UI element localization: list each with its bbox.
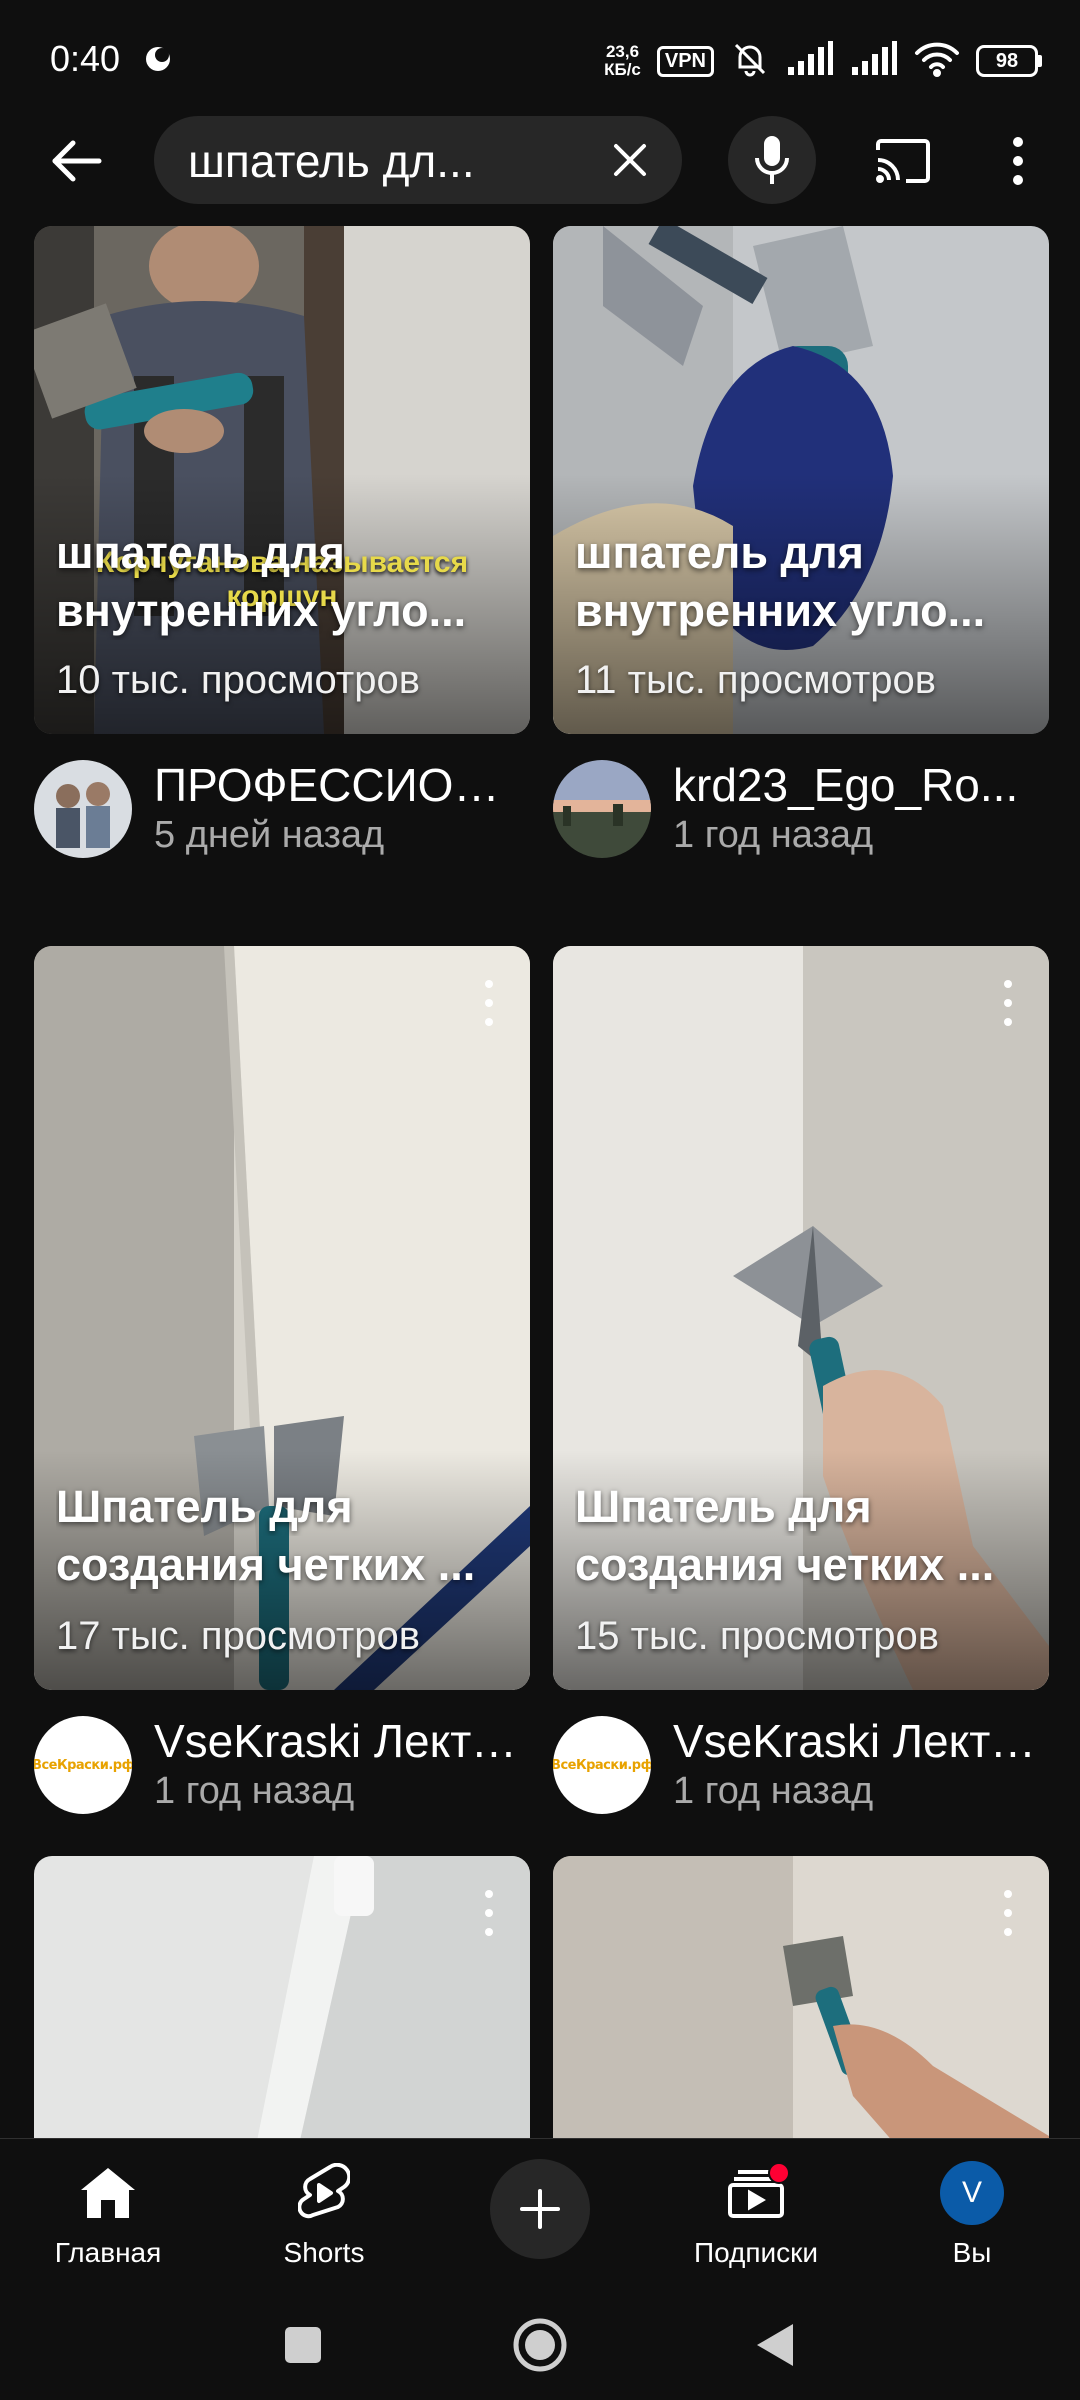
wifi-icon [914, 41, 960, 82]
channel-row[interactable]: ПРОФЕССИОНАЛЫ 5 дней назад [34, 754, 530, 864]
subscriptions-icon [724, 2161, 790, 2225]
video-card[interactable] [34, 1856, 530, 2138]
vpn-badge: VPN [656, 45, 714, 77]
video-title: Шпатель для создания четких ... [575, 1481, 995, 1590]
view-count: 17 тыс. просмотров [56, 1614, 420, 1658]
cast-icon [876, 139, 930, 183]
battery-icon: 98 [976, 45, 1042, 77]
video-title: шпатель для внутренних угло... [56, 527, 467, 636]
nav-home[interactable]: Главная [8, 2139, 208, 2289]
video-menu-button[interactable] [993, 1886, 1023, 1940]
back-system-button[interactable] [740, 2310, 810, 2380]
close-icon [614, 144, 646, 176]
channel-avatar[interactable]: ВсеКраски.рф [553, 1716, 651, 1814]
channel-row[interactable]: ВсеКраски.рф VseKraski Лекторий 1 год на… [34, 1710, 530, 1820]
video-menu-button[interactable] [993, 976, 1023, 1030]
channel-row[interactable]: krd23_Ego_Ro... 1 год назад [553, 754, 1049, 864]
channel-avatar[interactable] [553, 760, 651, 858]
upload-age: 1 год назад [673, 1770, 874, 1812]
search-query: шпатель дл... [188, 135, 475, 187]
channel-avatar[interactable]: ВсеКраски.рф [34, 1716, 132, 1814]
focus-mode-icon [143, 44, 173, 79]
search-results-feed: Корчуганова называется коршун шпатель дл… [0, 226, 1080, 2138]
channel-name: krd23_Ego_Ro... [673, 759, 1019, 811]
bottom-navigation: Главная Shorts Подписки V Вы [0, 2138, 1080, 2289]
shorts-icon [292, 2161, 356, 2225]
status-time: 0:40 [50, 38, 121, 79]
voice-search-button[interactable] [728, 116, 816, 204]
arrow-left-icon [52, 140, 102, 182]
video-menu-button[interactable] [474, 1886, 504, 1940]
cast-button[interactable] [868, 126, 938, 196]
upload-age: 1 год назад [154, 1770, 355, 1812]
square-icon [285, 2327, 321, 2363]
channel-avatar[interactable] [34, 760, 132, 858]
home-icon [76, 2161, 140, 2225]
recents-button[interactable] [268, 2310, 338, 2380]
upload-age: 5 дней назад [154, 814, 385, 856]
account-avatar: V [940, 2161, 1004, 2225]
video-title: шпатель для внутренних угло... [575, 527, 986, 636]
more-options-button[interactable] [990, 126, 1046, 196]
channel-name: ПРОФЕССИОНАЛЫ [154, 759, 524, 811]
view-count: 11 тыс. просмотров [575, 658, 937, 702]
back-button[interactable] [40, 124, 114, 198]
video-card[interactable]: шпатель для внутренних угло... 11 тыс. п… [553, 226, 1049, 734]
video-thumbnail [34, 1856, 530, 2138]
video-card[interactable]: Корчуганова называется коршун шпатель дл… [34, 226, 530, 734]
video-card[interactable]: Шпатель для создания четких ... 17 тыс. … [34, 946, 530, 1690]
video-card[interactable]: Шпатель для создания четких ... 15 тыс. … [553, 946, 1049, 1690]
video-menu-button[interactable] [474, 976, 504, 1030]
clear-search-button[interactable] [602, 132, 658, 188]
view-count: 10 тыс. просмотров [56, 658, 420, 702]
triangle-back-icon [757, 2324, 793, 2366]
search-input[interactable]: шпатель дл... [154, 116, 682, 204]
notification-dot [768, 2162, 790, 2184]
muted-bell-icon [730, 39, 770, 84]
channel-row[interactable]: ВсеКраски.рф VseKraski Лекторий 1 год на… [553, 1710, 1049, 1820]
channel-name: VseKraski Лекторий [673, 1715, 1043, 1767]
video-card[interactable] [553, 1856, 1049, 2138]
channel-name: VseKraski Лекторий [154, 1715, 524, 1767]
plus-icon [520, 2189, 560, 2229]
nav-you[interactable]: V Вы [872, 2139, 1072, 2289]
nav-subscriptions[interactable]: Подписки [656, 2139, 856, 2289]
signal-icon [786, 40, 834, 82]
view-count: 15 тыс. просмотров [575, 1614, 939, 1658]
signal-icon [850, 40, 898, 82]
search-toolbar: шпатель дл... [0, 112, 1080, 208]
microphone-icon [755, 136, 789, 184]
circle-icon [513, 2318, 567, 2372]
upload-age: 1 год назад [673, 814, 874, 856]
status-bar: 0:40 23,6 КБ/с VPN 98 [0, 0, 1080, 120]
create-button[interactable] [490, 2159, 590, 2259]
more-vert-icon [1013, 137, 1023, 185]
system-navigation-bar [0, 2288, 1080, 2400]
nav-shorts[interactable]: Shorts [224, 2139, 424, 2289]
network-speed: 23,6 КБ/с [604, 42, 641, 79]
video-title: Шпатель для создания четких ... [56, 1481, 476, 1590]
home-system-button[interactable] [505, 2310, 575, 2380]
video-thumbnail [553, 1856, 1049, 2138]
